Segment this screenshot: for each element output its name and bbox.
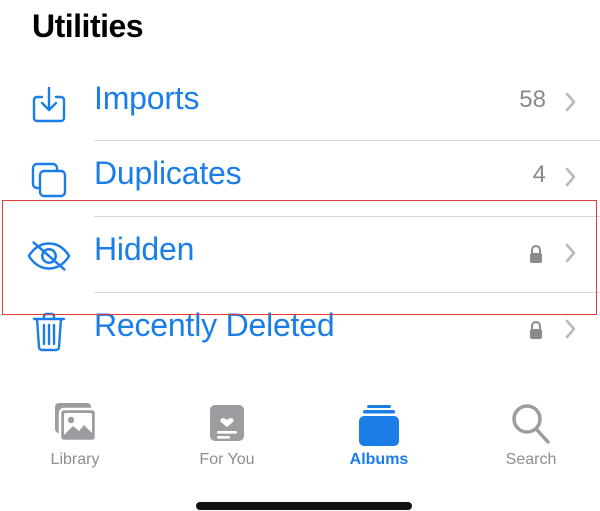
list-item-label: Imports bbox=[94, 80, 200, 116]
chevron-right-icon bbox=[565, 319, 576, 339]
photo-library-icon bbox=[55, 403, 98, 443]
home-indicator[interactable] bbox=[196, 502, 412, 510]
for-you-icon bbox=[210, 405, 244, 441]
tab-search[interactable]: Search bbox=[456, 395, 600, 475]
albums-icon bbox=[359, 405, 399, 446]
tab-label: Search bbox=[505, 451, 557, 468]
tab-library[interactable]: Library bbox=[0, 395, 150, 475]
chevron-right-icon bbox=[565, 167, 576, 187]
duplicates-icon bbox=[26, 157, 72, 203]
tab-label: For You bbox=[199, 451, 255, 468]
item-count: 58 bbox=[519, 86, 546, 113]
lock-icon bbox=[530, 321, 542, 339]
section-title: Utilities bbox=[32, 8, 144, 44]
chevron-right-icon bbox=[565, 92, 576, 112]
item-count: 4 bbox=[532, 161, 546, 188]
list-item-imports[interactable]: Imports 58 bbox=[0, 66, 600, 142]
tab-albums[interactable]: Albums bbox=[304, 395, 454, 475]
import-icon bbox=[26, 82, 72, 128]
trash-icon bbox=[26, 309, 72, 355]
list-item-label: Duplicates bbox=[94, 155, 242, 191]
tab-label: Albums bbox=[349, 451, 409, 468]
tab-for-you[interactable]: For You bbox=[152, 395, 302, 475]
highlight-box bbox=[2, 200, 597, 315]
tab-bar: Library For You Albums Search bbox=[0, 395, 600, 475]
tab-label: Library bbox=[50, 451, 100, 468]
search-icon bbox=[512, 404, 550, 444]
